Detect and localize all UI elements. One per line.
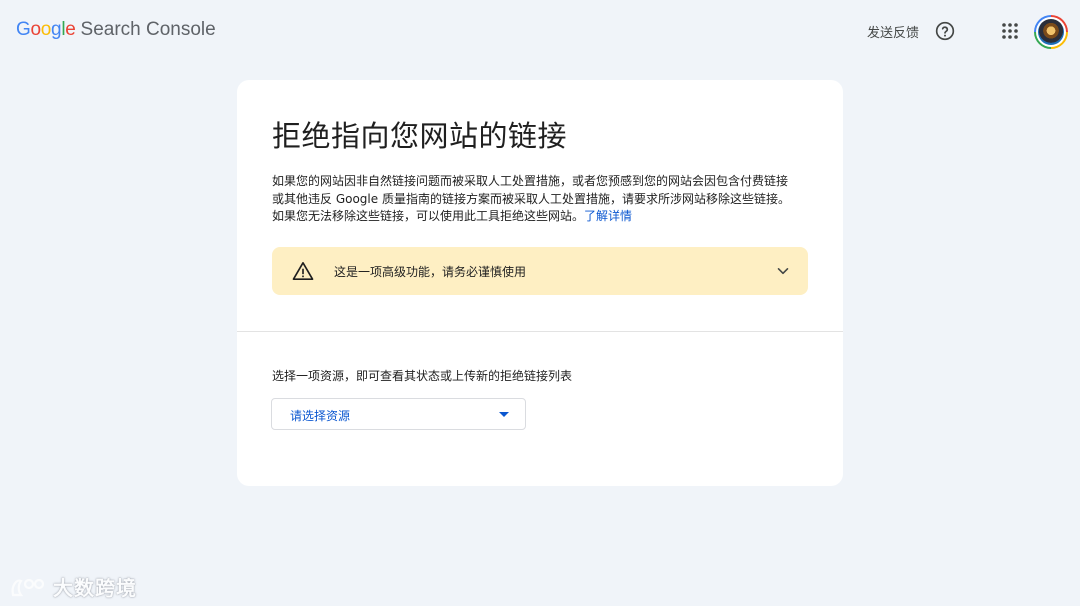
user-avatar[interactable] — [1034, 15, 1068, 49]
page: Google Search Console 发送反馈 拒绝指向您网站的链接 如果… — [0, 0, 1080, 606]
product-name: Search Console — [80, 19, 216, 40]
help-circle-icon[interactable] — [935, 21, 955, 41]
section-divider — [237, 331, 843, 332]
watermark-text: 大数跨境 — [53, 576, 137, 600]
google-wordmark: Google — [16, 19, 76, 40]
watermark-logo — [11, 578, 45, 596]
send-feedback-link[interactable]: 发送反馈 — [867, 22, 919, 41]
avatar-image — [1038, 19, 1064, 45]
advanced-feature-warning[interactable]: 这是一项高级功能，请务必谨慎使用 — [272, 247, 808, 295]
property-select-placeholder: 请选择资源 — [290, 409, 351, 423]
warning-triangle-icon — [292, 262, 314, 280]
apps-grid-icon[interactable] — [1001, 22, 1019, 40]
property-select-label: 选择一项资源，即可查看其状态或上传新的拒绝链接列表 — [272, 369, 573, 383]
chevron-down-icon[interactable] — [776, 264, 790, 278]
disavow-card: 拒绝指向您网站的链接 如果您的网站因非自然链接问题而被采取人工处置措施，或者您预… — [237, 80, 843, 486]
warning-text: 这是一项高级功能，请务必谨慎使用 — [334, 265, 527, 279]
property-select[interactable]: 请选择资源 — [271, 398, 526, 430]
learn-more-link[interactable]: 了解详情 — [584, 209, 632, 223]
page-title: 拒绝指向您网站的链接 — [272, 119, 568, 153]
description: 如果您的网站因非自然链接问题而被采取人工处置措施，或者您预感到您的网站会因包含付… — [272, 173, 792, 226]
watermark: 大数跨境 — [9, 572, 137, 601]
top-bar: Google Search Console 发送反馈 — [0, 0, 1080, 62]
google-search-console-logo[interactable]: Google Search Console — [16, 19, 216, 41]
dropdown-caret-icon — [499, 412, 509, 417]
description-text: 如果您的网站因非自然链接问题而被采取人工处置措施，或者您预感到您的网站会因包含付… — [272, 174, 790, 223]
